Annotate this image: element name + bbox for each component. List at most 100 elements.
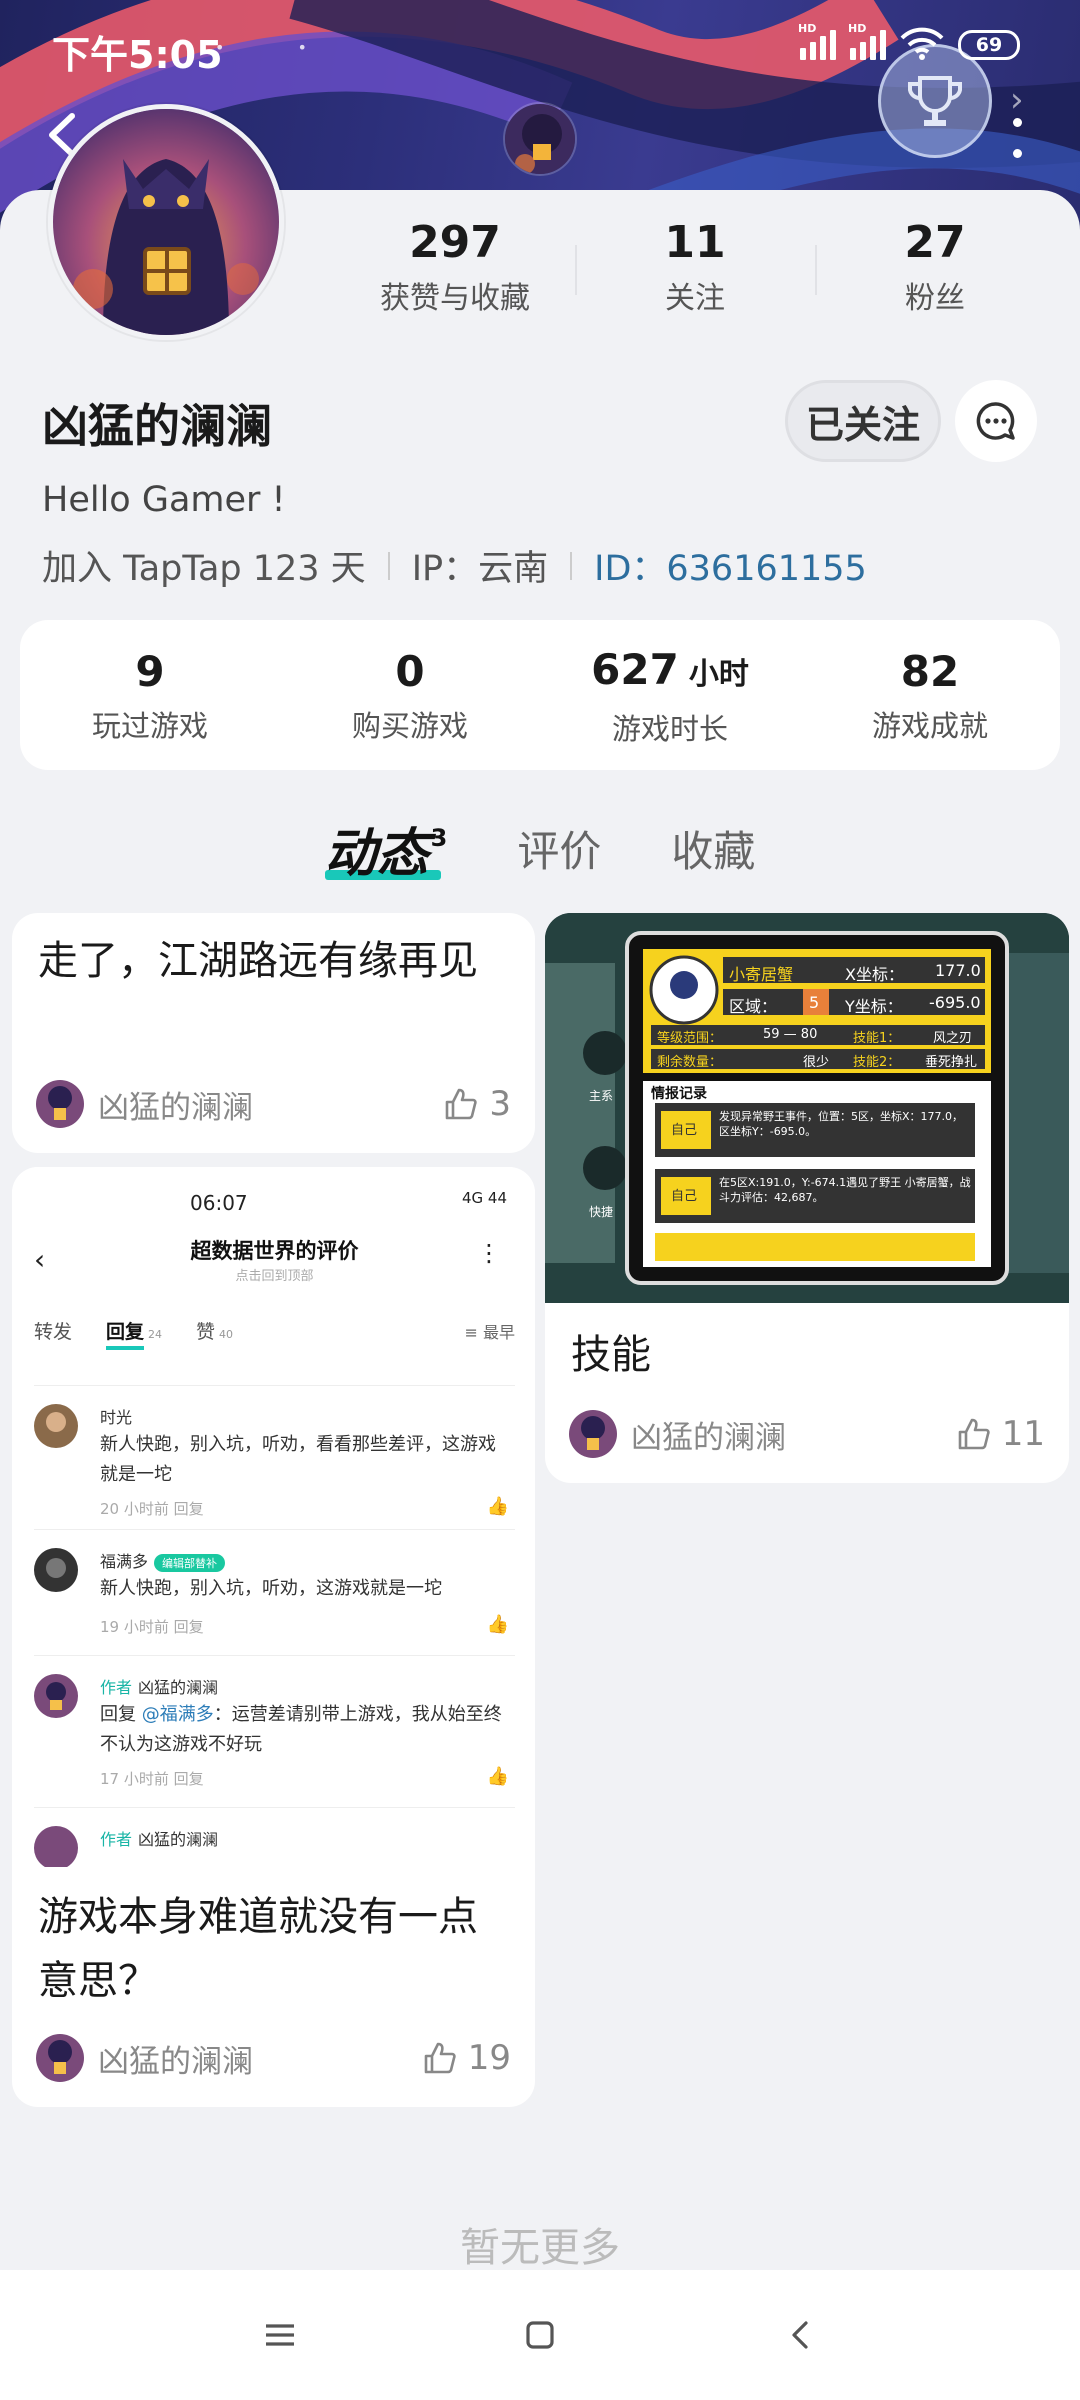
author-avatar[interactable] bbox=[36, 1080, 84, 1128]
feed-card[interactable]: 小寄居蟹 X坐标： 177.0 区域： 5 Y坐标： -695.0 等级范围： … bbox=[545, 913, 1069, 1483]
shot-status: 4G 44 bbox=[461, 1189, 507, 1207]
game-skill1-value: 风之刃 bbox=[933, 1031, 973, 1046]
thumbs-up-icon: 👍 bbox=[486, 1766, 509, 1787]
shot-menu-icon: ⋮ bbox=[477, 1239, 501, 1267]
mini-avatar[interactable] bbox=[503, 102, 577, 176]
author-name[interactable]: 凶猛的澜澜 bbox=[98, 1082, 443, 1127]
shot-tabs: 转发 回复 24 赞 40 bbox=[34, 1317, 515, 1350]
profile-stats: 297 获赞与收藏 11 关注 27 粉丝 bbox=[335, 215, 1055, 325]
game-intel2-text: 在5区X:191.0，Y:-674.1遇见了野王 小寄居蟹，战斗力评估：42,6… bbox=[719, 1176, 971, 1204]
message-button[interactable] bbox=[955, 380, 1037, 462]
game-x-value: 177.0 bbox=[935, 961, 981, 980]
thumbs-up-icon bbox=[446, 1088, 478, 1120]
status-indicators: • • bbox=[215, 38, 341, 57]
game-skill2-label: 技能2： bbox=[853, 1055, 901, 1070]
shot-time: 06:07 bbox=[190, 1191, 248, 1215]
post-title: 走了，江湖路远有缘再见 bbox=[38, 938, 478, 984]
game-zone-value: 5 bbox=[809, 993, 820, 1012]
join-days: 加入 TapTap 123 天 bbox=[42, 549, 366, 589]
post-footer: 凶猛的澜澜 11 bbox=[569, 1407, 1045, 1461]
thumbs-up-icon bbox=[424, 2042, 456, 2074]
post-image: 小寄居蟹 X坐标： 177.0 区域： 5 Y坐标： -695.0 等级范围： … bbox=[545, 913, 1069, 1303]
menu-icon[interactable] bbox=[260, 2320, 300, 2350]
chat-icon bbox=[976, 402, 1015, 440]
profile-meta: 加入 TapTap 123 天 IP：云南 ID：636161155 bbox=[42, 540, 867, 591]
author-avatar[interactable] bbox=[36, 2034, 84, 2082]
game-zone-label: 区域： bbox=[729, 997, 778, 1016]
commenter-avatar bbox=[34, 1826, 78, 1867]
thumbs-up-icon: 👍 bbox=[486, 1496, 509, 1517]
battery-indicator: 69 bbox=[958, 30, 1020, 60]
shot-sort: ≡ 最早 bbox=[464, 1323, 515, 1342]
feed-card[interactable]: 06:07 4G 44 ‹ 超数据世界的评价 点击回到顶部 ⋮ 转发 回复 24 … bbox=[12, 1167, 535, 2107]
tab-posts[interactable]: 动态3 bbox=[324, 811, 447, 886]
game-remain-label: 剩余数量： bbox=[657, 1055, 723, 1070]
game-intel2-tag: 自己 bbox=[671, 1189, 698, 1204]
author-name[interactable]: 凶猛的澜澜 bbox=[631, 1412, 956, 1457]
content-tabs: 动态3 评价 收藏 bbox=[0, 808, 1080, 888]
more-options-button[interactable] bbox=[1007, 118, 1027, 158]
game-skill1-label: 技能1： bbox=[853, 1031, 901, 1046]
back-icon[interactable] bbox=[780, 2315, 820, 2355]
author-name[interactable]: 凶猛的澜澜 bbox=[98, 2036, 422, 2081]
shot-comment: 作者 凶猛的澜澜 回复 @福满多：运营差请别带上游戏，我从始至终不认为这游戏不好玩… bbox=[34, 1655, 515, 1793]
post-title: 技能 bbox=[571, 1332, 651, 1378]
profile-avatar[interactable] bbox=[48, 104, 284, 340]
game-x-label: X坐标： bbox=[845, 965, 904, 984]
tab-reviews[interactable]: 评价 bbox=[517, 818, 601, 879]
post-footer: 凶猛的澜澜 19 bbox=[36, 2031, 511, 2085]
signal-icon-2: HD bbox=[848, 22, 886, 60]
like-button[interactable]: 11 bbox=[956, 1414, 1045, 1454]
wifi-icon bbox=[900, 27, 944, 60]
shot-subtitle: 点击回到顶部 bbox=[235, 1269, 314, 1284]
thumbs-up-icon: 👍 bbox=[486, 1614, 509, 1635]
feed-card[interactable]: 走了，江湖路远有缘再见 凶猛的澜澜 3 bbox=[12, 913, 535, 1153]
game-intel-title: 情报记录 bbox=[651, 1086, 707, 1102]
game-range-value: 59 — 80 bbox=[763, 1027, 818, 1042]
game-remain-value: 很少 bbox=[803, 1055, 830, 1070]
stat-likes[interactable]: 297 获赞与收藏 bbox=[335, 215, 575, 325]
shot-comment: 时光 新人快跑，别入坑，听劝，看看那些差评，这游戏就是一坨 20 小时前 回复 … bbox=[34, 1385, 515, 1518]
status-bar: 下午5:05 • • HD HD 69 bbox=[0, 0, 1080, 92]
stat-played-games[interactable]: 9 玩过游戏 bbox=[20, 645, 280, 745]
stat-following[interactable]: 11 关注 bbox=[575, 215, 815, 325]
game-range-label: 等级范围： bbox=[657, 1031, 723, 1046]
home-icon[interactable] bbox=[520, 2315, 560, 2355]
game-skill2-value: 垂死挣扎 bbox=[925, 1055, 978, 1070]
system-nav-bar bbox=[0, 2270, 1080, 2400]
ip-location: IP：云南 bbox=[411, 549, 549, 589]
author-avatar[interactable] bbox=[569, 1410, 617, 1458]
thumbs-up-icon bbox=[958, 1418, 990, 1450]
username: 凶猛的澜澜 bbox=[42, 399, 272, 453]
game-intel1-text: 发现异常野王事件，位置：5区，坐标X：177.0，区坐标Y：-695.0。 bbox=[719, 1110, 964, 1138]
like-button[interactable]: 3 bbox=[443, 1084, 511, 1124]
game-side-label-2: 快捷 bbox=[589, 1205, 614, 1219]
tab-favorites[interactable]: 收藏 bbox=[671, 818, 755, 879]
game-side-label-1: 主系 bbox=[589, 1089, 614, 1103]
stat-play-time[interactable]: 627 小时 游戏时长 bbox=[540, 643, 800, 748]
game-intel1-tag: 自己 bbox=[671, 1123, 698, 1138]
shot-title: 超数据世界的评价 bbox=[190, 1239, 359, 1263]
shot-comment: 福满多 编辑部替补 新人快跑，别入坑，听劝，这游戏就是一坨 19 小时前 回复 👍 bbox=[34, 1529, 515, 1641]
follow-button[interactable]: 已关注 bbox=[785, 380, 941, 462]
status-time: 下午5:05 bbox=[52, 33, 223, 77]
game-y-value: -695.0 bbox=[929, 993, 981, 1012]
bio: Hello Gamer ! bbox=[42, 480, 286, 520]
post-footer: 凶猛的澜澜 3 bbox=[36, 1077, 511, 1131]
no-more-text: 暂无更多 bbox=[460, 2225, 620, 2271]
post-title: 游戏本身难道就没有一点意思？ bbox=[38, 1894, 478, 2004]
game-monster-name: 小寄居蟹 bbox=[729, 965, 794, 984]
commenter-avatar bbox=[34, 1548, 78, 1592]
post-image: 06:07 4G 44 ‹ 超数据世界的评价 点击回到顶部 ⋮ 转发 回复 24 … bbox=[12, 1167, 535, 1867]
game-y-label: Y坐标： bbox=[845, 997, 903, 1016]
game-stats: 9 玩过游戏 0 购买游戏 627 小时 游戏时长 82 游戏成就 bbox=[20, 620, 1060, 770]
shot-comment: 作者 凶猛的澜澜 bbox=[34, 1807, 515, 1867]
stat-followers[interactable]: 27 粉丝 bbox=[815, 215, 1055, 325]
like-button[interactable]: 19 bbox=[422, 2038, 511, 2078]
user-id[interactable]: ID：636161155 bbox=[594, 540, 867, 591]
status-icons: HD HD 69 bbox=[798, 22, 1020, 60]
commenter-avatar bbox=[34, 1404, 78, 1448]
stat-achievements[interactable]: 82 游戏成就 bbox=[800, 645, 1060, 745]
commenter-avatar bbox=[34, 1674, 78, 1718]
stat-bought-games[interactable]: 0 购买游戏 bbox=[280, 645, 540, 745]
